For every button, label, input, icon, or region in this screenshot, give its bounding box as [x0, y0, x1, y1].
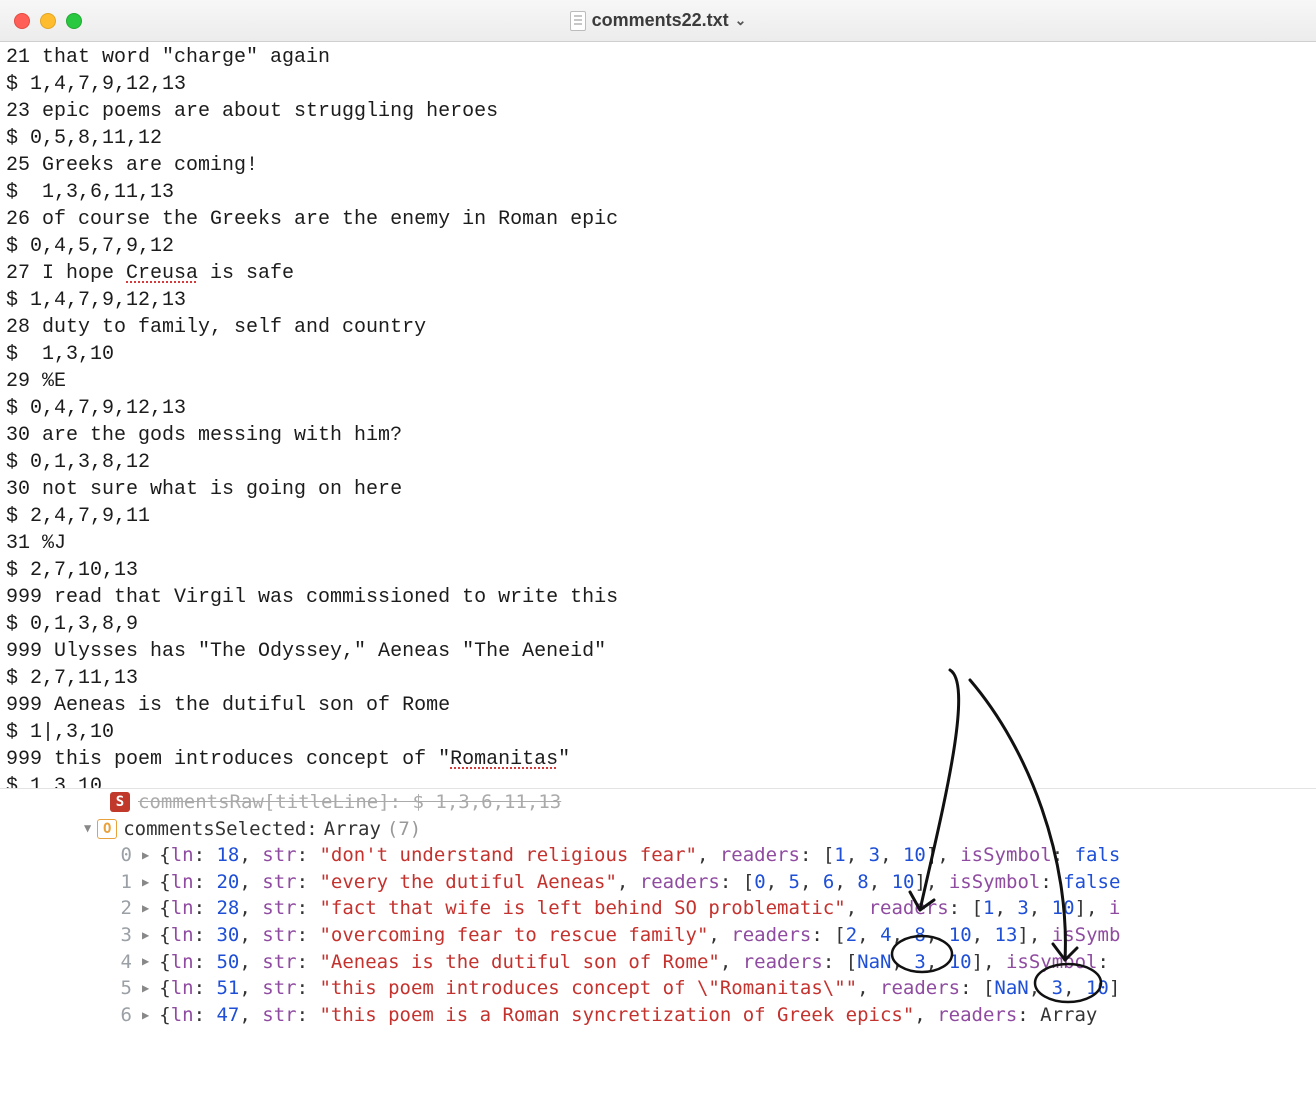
entry-body: {ln: 30, str: "overcoming fear to rescue… [159, 922, 1120, 949]
console-entry[interactable]: 3 {ln: 30, str: "overcoming fear to rescu… [0, 922, 1316, 949]
editor-line[interactable]: $ 2,7,10,13 [6, 557, 1310, 584]
editor-line[interactable]: $ 1|,3,10 [6, 719, 1310, 746]
entry-body: {ln: 47, str: "this poem is a Roman sync… [159, 1002, 1097, 1029]
editor-line[interactable]: 30 are the gods messing with him? [6, 422, 1310, 449]
editor-line[interactable]: 30 not sure what is going on here [6, 476, 1310, 503]
close-icon[interactable] [14, 13, 30, 29]
editor-line[interactable]: $ 0,4,5,7,9,12 [6, 233, 1310, 260]
entry-body: {ln: 18, str: "don't understand religiou… [159, 842, 1120, 869]
entry-index: 0 [118, 842, 132, 869]
editor-line[interactable]: 26 of course the Greeks are the enemy in… [6, 206, 1310, 233]
entry-index: 1 [118, 869, 132, 896]
editor-line[interactable]: 999 read that Virgil was commissioned to… [6, 584, 1310, 611]
badge-o-icon: O [97, 819, 117, 839]
entry-body: {ln: 28, str: "fact that wife is left be… [159, 895, 1120, 922]
console-raw-line: S commentsRaw[titleLine]: $ 1,3,6,11,13 [0, 789, 1316, 816]
entry-index: 3 [118, 922, 132, 949]
console-entry[interactable]: 4 {ln: 50, str: "Aeneas is the dutiful so… [0, 949, 1316, 976]
text-editor[interactable]: 21 that word "charge" again$ 1,4,7,9,12,… [0, 42, 1316, 860]
editor-line[interactable]: $ 0,1,3,8,9 [6, 611, 1310, 638]
entry-body: {ln: 50, str: "Aeneas is the dutiful son… [159, 949, 1109, 976]
editor-line[interactable]: $ 1,4,7,9,12,13 [6, 71, 1310, 98]
editor-line[interactable]: $ 2,4,7,9,11 [6, 503, 1310, 530]
document-icon [570, 11, 586, 31]
disclosure-triangle-icon[interactable] [142, 900, 149, 917]
console-array-header[interactable]: O commentsSelected: Array (7) [0, 816, 1316, 843]
disclosure-triangle-icon[interactable] [142, 847, 149, 864]
editor-line[interactable]: 999 Ulysses has "The Odyssey," Aeneas "T… [6, 638, 1310, 665]
editor-line[interactable]: 31 %J [6, 530, 1310, 557]
editor-line[interactable]: $ 0,4,7,9,12,13 [6, 395, 1310, 422]
editor-line[interactable]: 999 Aeneas is the dutiful son of Rome [6, 692, 1310, 719]
filename-label[interactable]: comments22.txt [592, 10, 729, 31]
console-entry[interactable]: 1 {ln: 20, str: "every the dutiful Aeneas… [0, 869, 1316, 896]
editor-line[interactable]: 28 duty to family, self and country [6, 314, 1310, 341]
editor-line[interactable]: $ 0,5,8,11,12 [6, 125, 1310, 152]
editor-line[interactable]: $ 1,3,6,11,13 [6, 179, 1310, 206]
traffic-lights [0, 13, 82, 29]
console-entries: 0 {ln: 18, str: "don't understand religio… [0, 842, 1316, 1028]
debug-console[interactable]: S commentsRaw[titleLine]: $ 1,3,6,11,13 … [0, 788, 1316, 1108]
console-entry[interactable]: 0 {ln: 18, str: "don't understand religio… [0, 842, 1316, 869]
badge-s-icon: S [110, 792, 130, 812]
entry-index: 4 [118, 949, 132, 976]
chevron-down-icon[interactable]: ⌄ [735, 12, 747, 29]
console-entry[interactable]: 6 {ln: 47, str: "this poem is a Roman syn… [0, 1002, 1316, 1029]
spellcheck-word: Romanitas [450, 748, 558, 771]
disclosure-triangle-icon[interactable] [142, 953, 149, 970]
editor-line[interactable]: 29 %E [6, 368, 1310, 395]
editor-line[interactable]: $ 1,4,7,9,12,13 [6, 287, 1310, 314]
console-entry[interactable]: 2 {ln: 28, str: "fact that wife is left b… [0, 895, 1316, 922]
disclosure-triangle-icon[interactable] [142, 1007, 149, 1024]
window-title: comments22.txt ⌄ [0, 10, 1316, 31]
editor-line[interactable]: 25 Greeks are coming! [6, 152, 1310, 179]
editor-line[interactable]: $ 1,3,10 [6, 341, 1310, 368]
disclosure-triangle-icon[interactable] [142, 927, 149, 944]
entry-index: 5 [118, 975, 132, 1002]
editor-line[interactable]: 27 I hope Creusa is safe [6, 260, 1310, 287]
disclosure-triangle-icon[interactable] [84, 820, 91, 837]
disclosure-triangle-icon[interactable] [142, 980, 149, 997]
editor-line[interactable]: $ 0,1,3,8,12 [6, 449, 1310, 476]
entry-body: {ln: 20, str: "every the dutiful Aeneas"… [159, 869, 1120, 896]
editor-line[interactable]: 999 this poem introduces concept of "Rom… [6, 746, 1310, 773]
window-titlebar: comments22.txt ⌄ [0, 0, 1316, 42]
disclosure-triangle-icon[interactable] [142, 874, 149, 891]
minimize-icon[interactable] [40, 13, 56, 29]
editor-line[interactable]: 23 epic poems are about struggling heroe… [6, 98, 1310, 125]
editor-line[interactable]: 21 that word "charge" again [6, 44, 1310, 71]
entry-index: 2 [118, 895, 132, 922]
editor-line[interactable]: $ 2,7,11,13 [6, 665, 1310, 692]
zoom-icon[interactable] [66, 13, 82, 29]
console-entry[interactable]: 5 {ln: 51, str: "this poem introduces con… [0, 975, 1316, 1002]
spellcheck-word: Creusa [126, 262, 198, 285]
entry-body: {ln: 51, str: "this poem introduces conc… [159, 975, 1120, 1002]
entry-index: 6 [118, 1002, 132, 1029]
